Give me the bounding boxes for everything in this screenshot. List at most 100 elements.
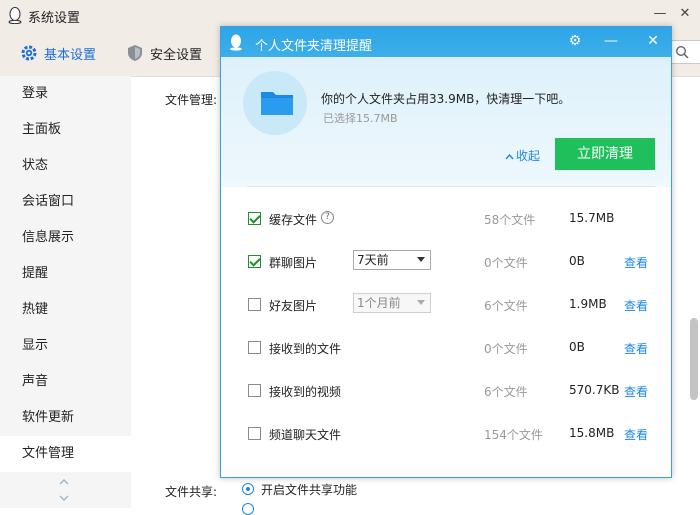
sidebar-item-label: 声音	[22, 374, 49, 389]
sidebar-item-chat-window[interactable]: 会话窗口	[0, 184, 131, 220]
file-count: 58个文件	[484, 213, 536, 227]
cleanup-message: 你的个人文件夹占用33.9MB，快清理一下吧。	[321, 92, 571, 106]
tab-basic-settings[interactable]: 基本设置	[20, 42, 96, 64]
minimize-button[interactable]: —	[652, 6, 668, 22]
tab-basic-settings-label: 基本设置	[44, 47, 97, 63]
file-size: 1.9MB	[569, 297, 607, 311]
row-label: 好友图片	[269, 299, 318, 313]
sidebar-item-label: 主面板	[22, 122, 62, 137]
sidebar-item-info-display[interactable]: 信息展示	[0, 220, 131, 256]
file-sharing-radio-2[interactable]	[242, 503, 254, 515]
list-item-cache: 缓存文件 ? 58个文件 15.7MB	[221, 207, 671, 231]
friend-images-age-select[interactable]: 1个月前	[353, 293, 431, 313]
content-scrollbar[interactable]	[690, 318, 698, 400]
channel-files-checkbox[interactable]	[248, 427, 261, 440]
sidebar-item-hotkeys[interactable]: 热键	[0, 292, 131, 328]
sidebar-item-software-update[interactable]: 软件更新	[0, 400, 131, 436]
view-link[interactable]: 查看	[624, 340, 648, 357]
row-label: 接收到的视频	[269, 385, 342, 399]
file-sharing-option-label: 开启文件共享功能	[261, 483, 358, 497]
view-link[interactable]: 查看	[624, 383, 648, 400]
file-count: 154个文件	[484, 428, 543, 442]
row-label: 群聊图片	[269, 256, 318, 270]
cleanup-dialog: 个人文件夹清理提醒 ⚙ — ✕ 你的个人文件夹占用33.9MB，快清理一下吧。 …	[220, 26, 672, 478]
row-label: 接收到的文件	[269, 342, 342, 356]
list-item-friend-images: 好友图片 1个月前 6个文件 1.9MB 查看	[221, 293, 671, 317]
sidebar-item-label: 信息展示	[22, 230, 75, 245]
collapse-label: 收起	[516, 149, 541, 163]
row-label: 频道聊天文件	[269, 428, 342, 442]
dialog-title: 个人文件夹清理提醒	[255, 39, 373, 54]
sidebar-item-file-management[interactable]: 文件管理	[0, 436, 131, 472]
file-count: 0个文件	[484, 342, 528, 356]
row-label: 缓存文件	[269, 213, 318, 227]
file-size: 0B	[569, 254, 585, 268]
divider	[247, 186, 655, 187]
view-link[interactable]: 查看	[624, 426, 648, 443]
sidebar-item-label: 登录	[22, 86, 49, 101]
received-files-checkbox[interactable]	[248, 341, 261, 354]
received-videos-checkbox[interactable]	[248, 384, 261, 397]
sidebar-item-login[interactable]: 登录	[0, 76, 131, 112]
select-value: 7天前	[357, 253, 389, 267]
sidebar-item-display[interactable]: 显示	[0, 328, 131, 364]
search-icon	[675, 45, 689, 59]
tab-security-settings-label: 安全设置	[150, 47, 203, 63]
file-count: 6个文件	[484, 299, 528, 313]
scroll-down-icon[interactable]	[58, 492, 70, 504]
group-images-age-select[interactable]: 7天前	[353, 250, 431, 270]
file-count: 0个文件	[484, 256, 528, 270]
dialog-settings-button[interactable]: ⚙	[565, 31, 585, 51]
dropdown-arrow-icon	[417, 257, 425, 262]
select-value: 1个月前	[357, 296, 401, 310]
help-icon[interactable]: ?	[321, 211, 334, 224]
penguin-logo-icon	[230, 34, 242, 51]
list-item-channel-files: 频道聊天文件 154个文件 15.8MB 查看	[221, 422, 671, 446]
sidebar-item-reminders[interactable]: 提醒	[0, 256, 131, 292]
penguin-logo-icon	[8, 7, 22, 24]
search-input[interactable]	[668, 40, 700, 64]
settings-sidebar: 登录 主面板 状态 会话窗口 信息展示 提醒 热键 显示 声音 软件更新 文件管…	[0, 76, 131, 508]
file-size: 570.7KB	[569, 383, 620, 397]
sidebar-item-status[interactable]: 状态	[0, 148, 131, 184]
dialog-close-button[interactable]: ✕	[643, 31, 663, 51]
sidebar-item-sound[interactable]: 声音	[0, 364, 131, 400]
list-item-group-images: 群聊图片 7天前 0个文件 0B 查看	[221, 250, 671, 274]
sidebar-item-label: 提醒	[22, 266, 49, 281]
view-link[interactable]: 查看	[624, 297, 648, 314]
tab-security-settings[interactable]: 安全设置	[126, 42, 202, 64]
selected-size: 已选择15.7MB	[323, 112, 398, 125]
view-link[interactable]: 查看	[624, 254, 648, 271]
group-images-checkbox[interactable]	[248, 255, 261, 268]
file-size: 15.8MB	[569, 426, 615, 440]
file-sharing-label: 文件共享:	[165, 485, 218, 499]
cache-checkbox[interactable]	[248, 212, 261, 225]
list-item-received-files: 接收到的文件 0个文件 0B 查看	[221, 336, 671, 360]
sidebar-item-label: 显示	[22, 338, 49, 353]
file-count: 6个文件	[484, 385, 528, 399]
friend-images-checkbox[interactable]	[248, 298, 261, 311]
chevron-up-icon	[505, 153, 514, 160]
sidebar-item-label: 会话窗口	[22, 194, 75, 209]
file-size: 15.7MB	[569, 211, 615, 225]
file-size: 0B	[569, 340, 585, 354]
settings-window-title: 系统设置	[28, 11, 81, 26]
sidebar-item-main-panel[interactable]: 主面板	[0, 112, 131, 148]
sidebar-item-label: 热键	[22, 302, 49, 317]
list-item-received-videos: 接收到的视频 6个文件 570.7KB 查看	[221, 379, 671, 403]
file-sharing-radio[interactable]	[242, 483, 254, 495]
dialog-minimize-button[interactable]: —	[601, 31, 621, 51]
sidebar-item-label: 文件管理	[22, 446, 75, 461]
close-button[interactable]: ✕	[677, 6, 693, 22]
file-management-label: 文件管理:	[165, 93, 218, 107]
dialog-titlebar: 个人文件夹清理提醒 ⚙ — ✕	[221, 27, 671, 57]
collapse-link[interactable]: 收起	[505, 147, 540, 164]
folder-icon	[261, 92, 293, 115]
clean-now-button[interactable]: 立即清理	[555, 138, 655, 170]
shield-icon	[128, 45, 142, 61]
scroll-up-icon[interactable]	[58, 476, 70, 488]
dropdown-arrow-icon	[417, 300, 425, 305]
gear-icon	[21, 45, 37, 61]
sidebar-item-label: 状态	[22, 158, 49, 173]
sidebar-item-label: 软件更新	[22, 410, 75, 425]
